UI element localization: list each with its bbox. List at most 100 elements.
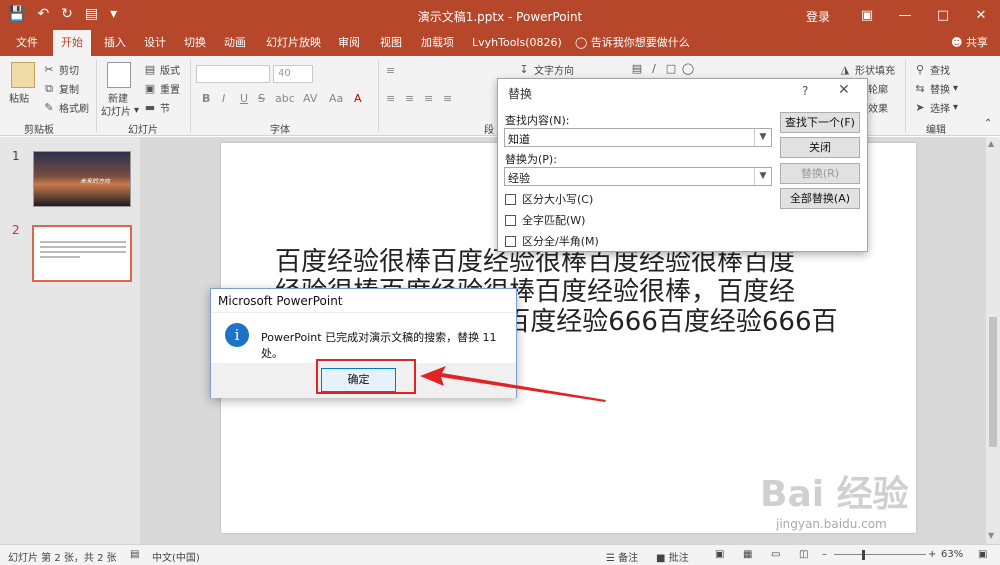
new-slide-label[interactable]: 幻灯片 ▾ (101, 103, 139, 118)
match-case-checkbox[interactable]: 区分大小写(C) (505, 191, 593, 207)
maximize-icon[interactable]: □ (924, 0, 962, 30)
cursor-icon: ➤ (915, 100, 925, 114)
vertical-scrollbar[interactable]: ▲ ▼ (986, 137, 1000, 544)
find-button[interactable]: ⚲ 查找 (913, 62, 950, 78)
match-width-checkbox[interactable]: 区分全/半角(M) (505, 233, 599, 249)
normal-view-icon[interactable]: ▣ (715, 549, 724, 560)
shape-fill-button[interactable]: ◮ 形状填充 (838, 62, 895, 78)
ribbon-tabs: 文件 开始 插入 设计 切换 动画 幻灯片放映 审阅 视图 加载项 LvyhTo… (0, 30, 1000, 56)
scroll-down-icon[interactable]: ▼ (988, 531, 994, 540)
copy-button[interactable]: ⧉ 复制 (42, 81, 79, 97)
zoom-slider[interactable] (834, 554, 926, 555)
whole-word-checkbox[interactable]: 全字匹配(W) (505, 212, 585, 228)
slideshow-icon[interactable]: ◫ (799, 549, 808, 560)
shapes-gallery[interactable]: ▤ ∕ □ ◯ (630, 62, 695, 76)
find-next-button[interactable]: 查找下一个(F) (780, 112, 860, 133)
slide-thumbnail-2[interactable] (32, 225, 132, 282)
font-size-box[interactable]: 40 (273, 65, 313, 83)
tab-transitions[interactable]: 切换 (176, 30, 214, 56)
text-direction-button[interactable]: ↧ 文字方向 (517, 62, 574, 78)
close-icon[interactable]: ✕ (962, 0, 1000, 30)
replace-dialog-title: 替换 (508, 87, 533, 101)
replace-all-button[interactable]: 全部替换(A) (780, 188, 860, 209)
collapse-ribbon-icon[interactable]: ⌃ (984, 118, 992, 129)
find-what-input[interactable]: 知道 ▼ (504, 128, 772, 147)
underline-button[interactable]: U (240, 92, 248, 105)
align-center-icon[interactable]: ≡ (405, 92, 414, 105)
paste-icon[interactable] (11, 62, 35, 88)
tab-insert[interactable]: 插入 (96, 30, 134, 56)
chevron-down-icon[interactable]: ▼ (754, 168, 771, 185)
replace-with-input[interactable]: 经验 ▼ (504, 167, 772, 186)
login-link[interactable]: 登录 (806, 8, 830, 25)
slide-thumbnail-1[interactable]: 未来的方向 (33, 151, 131, 207)
group-separator (96, 60, 97, 132)
select-button[interactable]: ➤ 选择 ▾ (913, 100, 958, 116)
zoom-level[interactable]: 63% (941, 549, 963, 560)
align-right-icon[interactable]: ≡ (424, 92, 433, 105)
help-icon[interactable]: ? (802, 84, 808, 98)
strikethrough-button[interactable]: S (258, 92, 265, 105)
window-controls: ▣ — □ ✕ (848, 0, 1000, 30)
language-status[interactable]: 中文(中国) (152, 549, 200, 564)
font-color-icon[interactable]: A (354, 92, 362, 105)
tab-home[interactable]: 开始 (53, 30, 91, 56)
tell-me-box[interactable]: ◯ 告诉我你想要做什么 (575, 30, 690, 56)
spellcheck-icon[interactable]: ▤ (130, 549, 139, 560)
tab-design[interactable]: 设计 (136, 30, 174, 56)
share-button[interactable]: ☻ 共享 (951, 30, 988, 56)
zoom-out-icon[interactable]: – (822, 549, 827, 560)
new-slide-icon[interactable] (107, 62, 131, 88)
replace-button[interactable]: 替换(R) (780, 163, 860, 184)
comments-button[interactable]: ■ 批注 (656, 549, 689, 564)
scroll-up-icon[interactable]: ▲ (988, 139, 994, 148)
char-spacing-icon[interactable]: AV (303, 92, 317, 105)
format-painter-button[interactable]: ✎ 格式刷 (42, 100, 89, 116)
editing-group-label: 编辑 (926, 125, 946, 136)
change-case-icon[interactable]: Aa (329, 92, 343, 105)
ribbon-display-icon[interactable]: ▣ (848, 0, 886, 30)
section-button[interactable]: ▬ 节 (143, 100, 170, 116)
replace-button[interactable]: ⇆ 替换 ▾ (913, 81, 958, 97)
tab-animations[interactable]: 动画 (216, 30, 254, 56)
copy-icon: ⧉ (45, 81, 53, 95)
reset-button[interactable]: ▣ 重置 (143, 81, 180, 97)
tab-slideshow[interactable]: 幻灯片放映 (258, 30, 329, 56)
notes-icon: ☰ (606, 553, 615, 564)
font-name-box[interactable] (196, 65, 270, 83)
line-icon: ∕ (652, 62, 656, 75)
paste-button[interactable]: 粘贴 (9, 90, 29, 105)
bold-button[interactable]: B (202, 92, 210, 105)
close-icon[interactable]: ✕ (838, 82, 850, 98)
tab-review[interactable]: 审阅 (330, 30, 368, 56)
chevron-down-icon[interactable]: ▼ (754, 129, 771, 146)
justify-icon[interactable]: ≡ (443, 92, 452, 105)
cut-button[interactable]: ✂ 剪切 (42, 62, 79, 78)
slide-sorter-icon[interactable]: ▦ (743, 549, 752, 560)
reading-view-icon[interactable]: ▭ (771, 549, 780, 560)
info-icon: i (225, 323, 249, 347)
zoom-in-icon[interactable]: + (928, 549, 936, 560)
clipboard-group-label: 剪贴板 (24, 125, 54, 136)
tab-addins[interactable]: 加载项 (413, 30, 462, 56)
brush-icon: ✎ (44, 100, 54, 114)
zoom-slider-thumb[interactable] (862, 550, 865, 560)
align-left-icon[interactable]: ≡ (386, 92, 395, 105)
tab-file[interactable]: 文件 (8, 30, 46, 56)
italic-button[interactable]: I (222, 92, 225, 105)
layout-button[interactable]: ▤ 版式 (143, 62, 180, 78)
replace-dialog: 替换 ? ✕ 查找内容(N): 知道 ▼ 替换为(P): 经验 ▼ 区分大小写(… (497, 78, 868, 252)
tab-lvyhtools[interactable]: LvyhTools(0826) (464, 30, 570, 56)
shape-outline-button[interactable]: 轮廓 (868, 81, 888, 96)
close-button[interactable]: 关闭 (780, 137, 860, 158)
character-spacing-icon[interactable]: abc (275, 92, 295, 105)
scrollbar-thumb[interactable] (989, 317, 997, 447)
shape-effects-button[interactable]: 效果 (868, 100, 888, 115)
thumbnail-text-line (40, 256, 80, 258)
minimize-icon[interactable]: — (886, 0, 924, 30)
tab-view[interactable]: 视图 (372, 30, 410, 56)
fit-to-window-icon[interactable]: ▣ (978, 549, 987, 560)
checkbox-box (505, 214, 516, 226)
notes-button[interactable]: ☰ 备注 (606, 549, 638, 564)
bullets-icon[interactable]: ≡ (386, 64, 395, 77)
